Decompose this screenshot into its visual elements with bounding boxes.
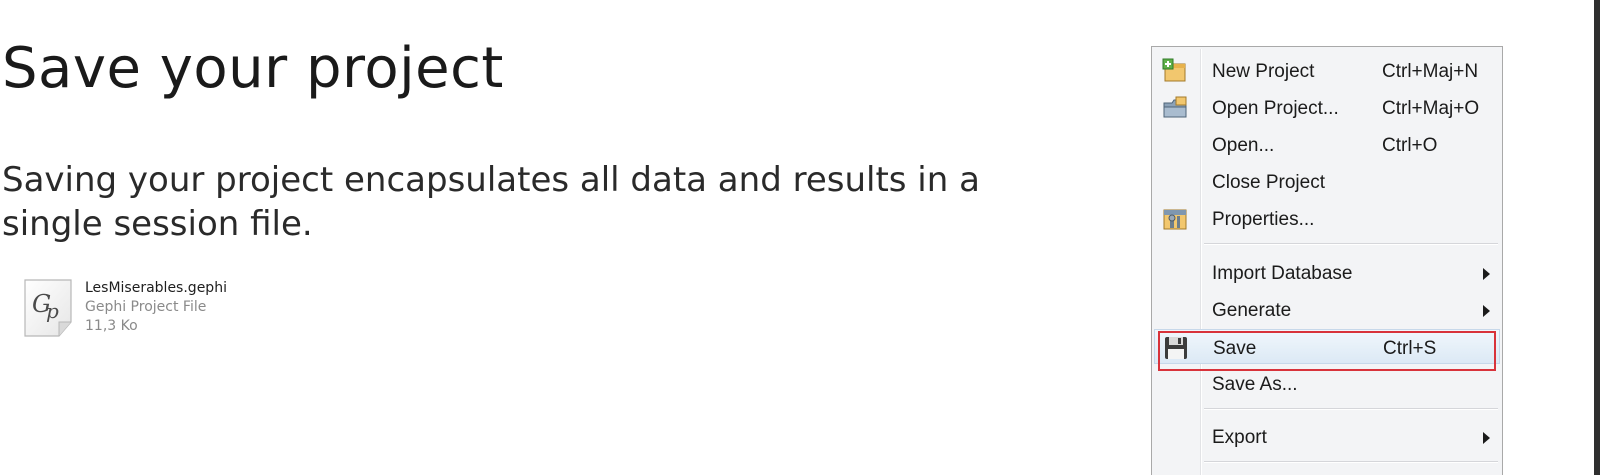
- file-size: 11,3 Ko: [85, 318, 138, 334]
- menu-item-label: Properties...: [1212, 209, 1315, 230]
- menu-item-new-project[interactable]: New Project Ctrl+Maj+N: [1154, 53, 1500, 88]
- submenu-arrow-icon: [1483, 268, 1490, 280]
- menu-item-shortcut: Ctrl+Maj+O: [1382, 98, 1480, 119]
- menu-item-export[interactable]: Export: [1154, 419, 1500, 454]
- project-file-tile[interactable]: G p LesMiserables.gephi Gephi Project Fi…: [22, 278, 240, 342]
- menu-item-open[interactable]: Open... Ctrl+O: [1154, 127, 1500, 162]
- menu-separator: [1204, 243, 1498, 245]
- menu-item-open-project[interactable]: Open Project... Ctrl+Maj+O: [1154, 90, 1500, 125]
- menu-item-label: Save As...: [1212, 374, 1298, 395]
- menu-item-label: New Project: [1212, 61, 1315, 82]
- svg-text:p: p: [46, 299, 59, 323]
- open-project-icon: [1163, 96, 1187, 118]
- submenu-arrow-icon: [1483, 305, 1490, 317]
- menu-item-shortcut: Ctrl+Maj+N: [1382, 61, 1479, 82]
- menu-item-label: Generate: [1212, 300, 1292, 321]
- tutorial-slide: Save your project Saving your project en…: [0, 0, 1600, 475]
- page-title: Save your project: [2, 36, 504, 101]
- page-description: Saving your project encapsulates all dat…: [2, 160, 980, 244]
- slide-edge: [1594, 0, 1600, 475]
- menu-item-save-as[interactable]: Save As...: [1154, 366, 1500, 401]
- menu-item-label: Import Database: [1212, 263, 1353, 284]
- menu-item-label: Open Project...: [1212, 98, 1339, 119]
- menu-item-properties[interactable]: Properties...: [1154, 201, 1500, 236]
- gephi-file-icon: G p: [24, 279, 72, 337]
- file-menu: New Project Ctrl+Maj+N Open Project... C…: [1151, 46, 1503, 475]
- menu-item-import-database[interactable]: Import Database: [1154, 255, 1500, 290]
- file-type: Gephi Project File: [85, 299, 207, 315]
- menu-item-label: Close Project: [1212, 172, 1325, 193]
- submenu-arrow-icon: [1483, 432, 1490, 444]
- save-highlight-annotation: [1158, 331, 1496, 371]
- menu-separator: [1204, 408, 1498, 410]
- menu-item-shortcut: Ctrl+O: [1382, 135, 1438, 156]
- menu-item-label: Export: [1212, 427, 1267, 448]
- menu-item-close-project[interactable]: Close Project: [1154, 164, 1500, 199]
- menu-item-label: Open...: [1212, 135, 1275, 156]
- menu-item-generate[interactable]: Generate: [1154, 292, 1500, 327]
- properties-icon: [1163, 209, 1187, 230]
- menu-separator: [1204, 461, 1498, 463]
- file-name: LesMiserables.gephi: [85, 280, 227, 296]
- new-project-icon: [1162, 58, 1186, 82]
